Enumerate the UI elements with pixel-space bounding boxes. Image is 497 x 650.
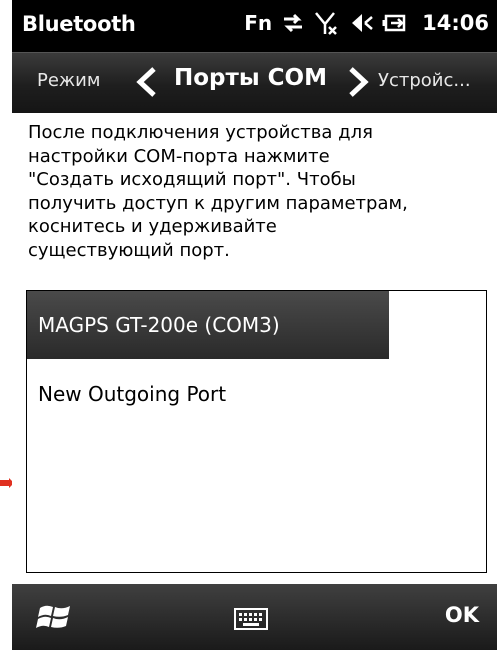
battery-icon[interactable] — [382, 10, 410, 36]
instructions-text: После подключения устройства для настрой… — [28, 122, 408, 261]
content-area: После подключения устройства для настрой… — [12, 113, 497, 584]
tab-mode[interactable]: Режим — [37, 70, 100, 91]
windows-start-icon[interactable] — [36, 602, 74, 638]
status-bar: Bluetooth Fn 14:06 — [12, 0, 497, 52]
signal-off-icon[interactable] — [314, 10, 340, 36]
device-screen: Bluetooth Fn 14:06 Режим Порты COM Устро… — [12, 0, 497, 650]
chevron-left-icon[interactable] — [134, 66, 160, 102]
port-label: MAGPS GT-200e (COM3) — [38, 313, 280, 337]
clock: 14:06 — [422, 11, 489, 35]
status-icons: Fn 14:06 — [244, 10, 489, 36]
port-label: New Outgoing Port — [38, 382, 227, 406]
page-title: Порты COM — [174, 65, 327, 91]
soft-key-bar: OK — [12, 584, 497, 650]
port-item-new-outgoing[interactable]: New Outgoing Port — [27, 360, 389, 428]
chevron-right-icon[interactable] — [345, 66, 371, 102]
speaker-icon[interactable] — [348, 10, 374, 36]
port-item-com3[interactable]: MAGPS GT-200e (COM3) — [27, 291, 389, 359]
app-title: Bluetooth — [22, 12, 136, 36]
sync-icon[interactable] — [280, 10, 306, 36]
pivot-nav: Режим Порты COM Устройс... — [12, 52, 497, 113]
port-list[interactable]: MAGPS GT-200e (COM3) New Outgoing Port — [26, 290, 487, 573]
ok-button[interactable]: OK — [445, 603, 479, 627]
tab-devices[interactable]: Устройс... — [378, 70, 471, 91]
fn-indicator: Fn — [244, 11, 273, 35]
keyboard-icon[interactable] — [234, 608, 268, 634]
